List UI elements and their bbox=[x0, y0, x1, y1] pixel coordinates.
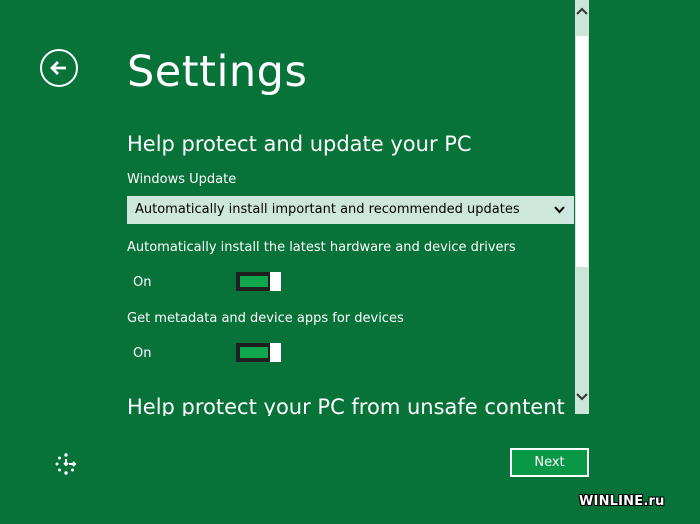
ease-of-access-icon[interactable] bbox=[54, 452, 78, 476]
toggle-track bbox=[236, 272, 272, 291]
chevron-down-icon bbox=[554, 206, 565, 214]
toggle-track bbox=[236, 343, 272, 362]
windows-update-selected-value: Automatically install important and reco… bbox=[135, 202, 520, 217]
vertical-scrollbar[interactable] bbox=[575, 0, 589, 414]
next-button[interactable]: Next bbox=[510, 448, 589, 477]
windows-update-dropdown[interactable]: Automatically install important and reco… bbox=[127, 196, 574, 224]
section-heading-protect-update: Help protect and update your PC bbox=[127, 132, 472, 156]
settings-scroll-area: Help protect and update your PC Windows … bbox=[0, 120, 574, 416]
page-title: Settings bbox=[127, 47, 308, 97]
scroll-up-icon[interactable] bbox=[575, 5, 589, 19]
section-heading-unsafe-content: Help protect your PC from unsafe content bbox=[127, 395, 565, 416]
metadata-toggle[interactable] bbox=[236, 343, 281, 362]
scroll-down-icon[interactable] bbox=[575, 389, 589, 403]
drivers-toggle[interactable] bbox=[236, 272, 281, 291]
toggle-thumb bbox=[270, 343, 281, 362]
drivers-label: Automatically install the latest hardwar… bbox=[127, 240, 516, 255]
back-arrow-icon bbox=[50, 61, 66, 75]
drivers-toggle-state: On bbox=[133, 275, 152, 290]
metadata-toggle-state: On bbox=[133, 346, 152, 361]
back-button[interactable] bbox=[40, 49, 78, 87]
windows-update-label: Windows Update bbox=[127, 172, 237, 187]
watermark-text: WINLINE.ru bbox=[579, 494, 665, 509]
metadata-label: Get metadata and device apps for devices bbox=[127, 311, 404, 326]
toggle-thumb bbox=[270, 272, 281, 291]
scrollbar-thumb[interactable] bbox=[576, 36, 588, 267]
